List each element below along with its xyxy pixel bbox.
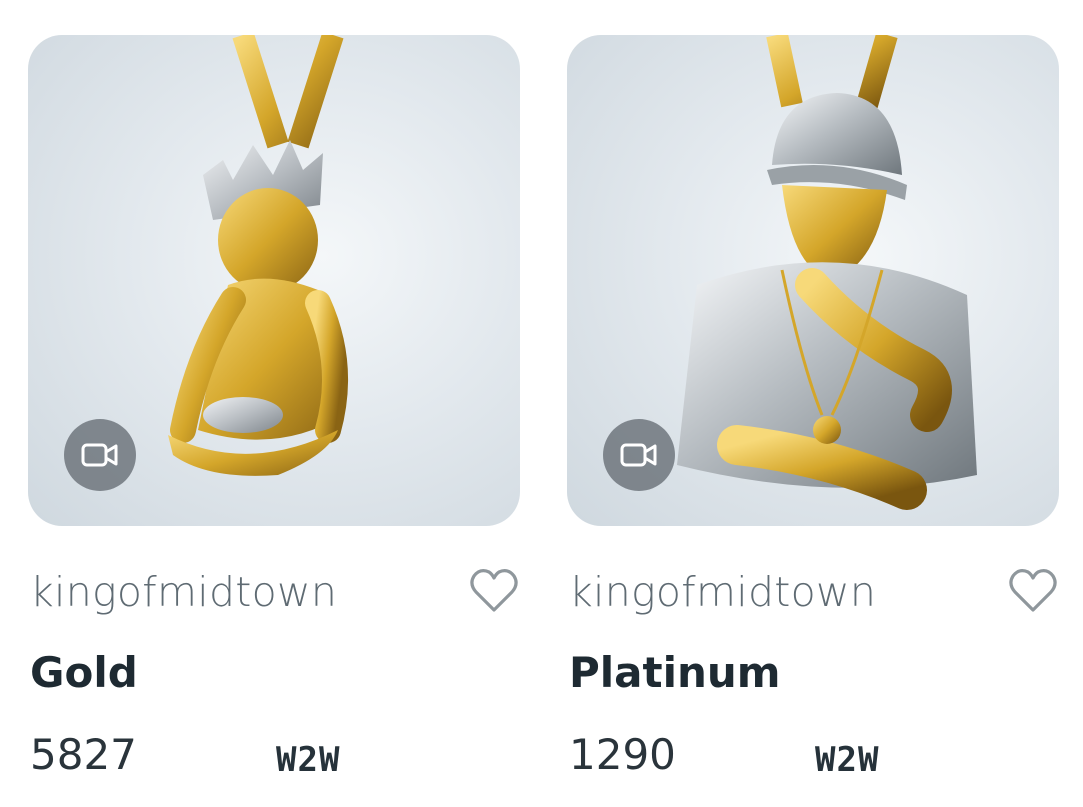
creator-name[interactable]: kingofmidtown <box>569 568 876 616</box>
edition-number: 1290 <box>569 730 676 779</box>
nft-card-platinum[interactable]: kingofmidtown Platinum 1290 W2W <box>567 35 1059 806</box>
card-thumbnail[interactable] <box>28 35 520 526</box>
item-title[interactable]: Platinum <box>569 648 781 697</box>
video-badge <box>603 419 675 491</box>
heart-outline-icon[interactable] <box>1007 566 1059 614</box>
video-camera-icon <box>81 443 118 467</box>
item-title[interactable]: Gold <box>30 648 138 697</box>
video-camera-icon <box>620 443 657 467</box>
creator-name[interactable]: kingofmidtown <box>30 568 337 616</box>
edition-number: 5827 <box>30 730 137 779</box>
w2w-tag: W2W <box>815 740 880 780</box>
nft-card-gold[interactable]: kingofmidtown Gold 5827 W2W <box>28 35 520 806</box>
video-badge <box>64 419 136 491</box>
heart-outline-icon[interactable] <box>468 566 520 614</box>
w2w-tag: W2W <box>276 740 341 780</box>
card-thumbnail[interactable] <box>567 35 1059 526</box>
